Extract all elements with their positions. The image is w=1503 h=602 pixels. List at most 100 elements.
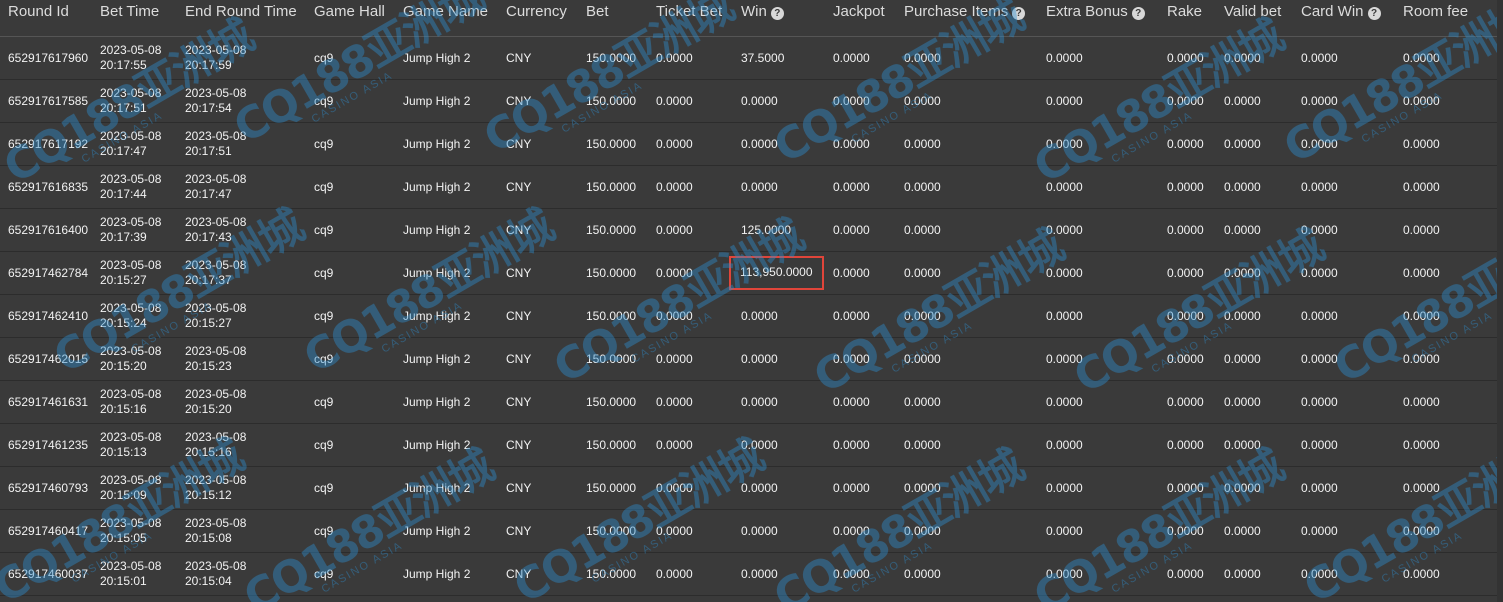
- column-header-label: Ticket Bet: [656, 3, 723, 20]
- table-row[interactable]: 652917617960 2023-05-08 20:17:55 2023-05-08…: [0, 36, 1503, 80]
- time-text: 20:17:47: [185, 187, 232, 201]
- end-round-time-cell: 2023-05-08 20:15:12: [177, 466, 306, 510]
- column-header-purchase-items[interactable]: Purchase Items?: [896, 0, 1038, 37]
- help-icon[interactable]: ?: [1012, 7, 1026, 20]
- time-text: 20:17:43: [185, 230, 232, 244]
- rake-cell: 0.0000: [1159, 36, 1216, 80]
- table-row[interactable]: 652917462015 2023-05-08 20:15:20 2023-05-08…: [0, 337, 1503, 381]
- column-header-ticket-bet[interactable]: Ticket Bet: [648, 0, 733, 37]
- column-header-extra-bonus[interactable]: Extra Bonus?: [1038, 0, 1159, 37]
- valid-bet-cell: 0.0000: [1216, 79, 1293, 123]
- ticket-bet-cell: 0.0000: [648, 552, 733, 596]
- win-cell: 0.0000: [733, 122, 825, 166]
- rake-cell: 0.0000: [1159, 337, 1216, 381]
- time-text: 20:17:47: [100, 144, 147, 158]
- date-text: 2023-05-08: [185, 43, 247, 57]
- column-header-bet-time[interactable]: Bet Time: [92, 0, 177, 37]
- currency-cell: CNY: [498, 79, 578, 123]
- extra-bonus-cell: 0.0000: [1038, 79, 1159, 123]
- extra-bonus-cell: 0.0000: [1038, 208, 1159, 252]
- currency-cell: CNY: [498, 294, 578, 338]
- column-header-label: Currency: [506, 3, 567, 20]
- room-fee-cell: 0.0000: [1395, 552, 1503, 596]
- currency-cell: CNY: [498, 122, 578, 166]
- vertical-scrollbar[interactable]: [1497, 0, 1503, 602]
- date-text: 2023-05-08: [100, 301, 162, 315]
- table-row[interactable]: 652917462784 2023-05-08 20:15:27 2023-05-08…: [0, 251, 1503, 295]
- card-win-cell: 0.0000: [1293, 380, 1395, 424]
- table-row[interactable]: 652917617585 2023-05-08 20:17:51 2023-05-08…: [0, 79, 1503, 123]
- column-header-valid-bet[interactable]: Valid bet: [1216, 0, 1293, 37]
- table-header: Round Id Bet Time End Round Time Game Hall G…: [0, 0, 1503, 37]
- table-row[interactable]: 652917462410 2023-05-08 20:15:24 2023-05-08…: [0, 294, 1503, 338]
- table-row[interactable]: 652917461235 2023-05-08 20:15:13 2023-05-08…: [0, 423, 1503, 467]
- round-id-cell: 652917461235: [0, 423, 92, 467]
- column-header-label: Game Name: [403, 3, 489, 20]
- bet-cell: 150.0000: [578, 122, 648, 166]
- table-row[interactable]: 652917460793 2023-05-08 20:15:09 2023-05-08…: [0, 466, 1503, 510]
- ticket-bet-cell: 0.0000: [648, 509, 733, 553]
- win-cell: 0.0000: [733, 552, 825, 596]
- rake-cell: 0.0000: [1159, 208, 1216, 252]
- time-text: 20:15:09: [100, 488, 147, 502]
- game-hall-cell: cq9: [306, 122, 395, 166]
- currency-cell: CNY: [498, 552, 578, 596]
- rake-cell: 0.0000: [1159, 552, 1216, 596]
- round-id-cell: 652917460037: [0, 552, 92, 596]
- column-header-win[interactable]: Win?: [733, 0, 825, 37]
- end-round-time-cell: 2023-05-08 20:15:08: [177, 509, 306, 553]
- extra-bonus-cell: 0.0000: [1038, 380, 1159, 424]
- win-cell: 0.0000: [733, 466, 825, 510]
- table-row[interactable]: 652917460417 2023-05-08 20:15:05 2023-05-08…: [0, 509, 1503, 553]
- column-header-room-fee[interactable]: Room fee: [1395, 0, 1503, 37]
- valid-bet-cell: 0.0000: [1216, 423, 1293, 467]
- game-name-cell: Jump High 2: [395, 36, 498, 80]
- round-id-cell: 652917617192: [0, 122, 92, 166]
- column-header-bet[interactable]: Bet: [578, 0, 648, 37]
- time-text: 20:15:13: [100, 445, 147, 459]
- date-text: 2023-05-08: [185, 344, 247, 358]
- column-header-jackpot[interactable]: Jackpot: [825, 0, 896, 37]
- table-row[interactable]: 652917460037 2023-05-08 20:15:01 2023-05-08…: [0, 552, 1503, 596]
- game-hall-cell: cq9: [306, 380, 395, 424]
- ticket-bet-cell: 0.0000: [648, 423, 733, 467]
- date-text: 2023-05-08: [185, 215, 247, 229]
- purchase-items-cell: 0.0000: [896, 208, 1038, 252]
- card-win-cell: 0.0000: [1293, 165, 1395, 209]
- currency-cell: CNY: [498, 509, 578, 553]
- extra-bonus-cell: 0.0000: [1038, 294, 1159, 338]
- win-cell: 0.0000: [733, 509, 825, 553]
- end-round-time-cell: 2023-05-08 20:15:27: [177, 294, 306, 338]
- column-header-rake[interactable]: Rake: [1159, 0, 1216, 37]
- game-name-cell: Jump High 2: [395, 165, 498, 209]
- room-fee-cell: 0.0000: [1395, 423, 1503, 467]
- column-header-currency[interactable]: Currency: [498, 0, 578, 37]
- column-header-round-id[interactable]: Round Id: [0, 0, 92, 37]
- help-icon[interactable]: ?: [770, 7, 784, 20]
- currency-cell: CNY: [498, 337, 578, 381]
- valid-bet-cell: 0.0000: [1216, 36, 1293, 80]
- time-text: 20:17:44: [100, 187, 147, 201]
- game-hall-cell: cq9: [306, 294, 395, 338]
- table-row[interactable]: 652917616400 2023-05-08 20:17:39 2023-05-08…: [0, 208, 1503, 252]
- end-round-time-cell: 2023-05-08 20:17:47: [177, 165, 306, 209]
- help-icon[interactable]: ?: [1131, 7, 1145, 20]
- game-name-cell: Jump High 2: [395, 294, 498, 338]
- table-row[interactable]: 652917616835 2023-05-08 20:17:44 2023-05-08…: [0, 165, 1503, 209]
- column-header-card-win[interactable]: Card Win?: [1293, 0, 1395, 37]
- card-win-cell: 0.0000: [1293, 337, 1395, 381]
- time-text: 20:15:27: [185, 316, 232, 330]
- bet-time-cell: 2023-05-08 20:17:44: [92, 165, 177, 209]
- time-text: 20:17:59: [185, 58, 232, 72]
- round-id-cell: 652917616835: [0, 165, 92, 209]
- currency-cell: CNY: [498, 165, 578, 209]
- room-fee-cell: 0.0000: [1395, 36, 1503, 80]
- column-header-game-name[interactable]: Game Name: [395, 0, 498, 37]
- ticket-bet-cell: 0.0000: [648, 122, 733, 166]
- table-row[interactable]: 652917461631 2023-05-08 20:15:16 2023-05-08…: [0, 380, 1503, 424]
- help-icon[interactable]: ?: [1367, 7, 1381, 20]
- table-row[interactable]: 652917617192 2023-05-08 20:17:47 2023-05-08…: [0, 122, 1503, 166]
- jackpot-cell: 0.0000: [825, 165, 896, 209]
- column-header-end-round-time[interactable]: End Round Time: [177, 0, 306, 37]
- column-header-game-hall[interactable]: Game Hall: [306, 0, 395, 37]
